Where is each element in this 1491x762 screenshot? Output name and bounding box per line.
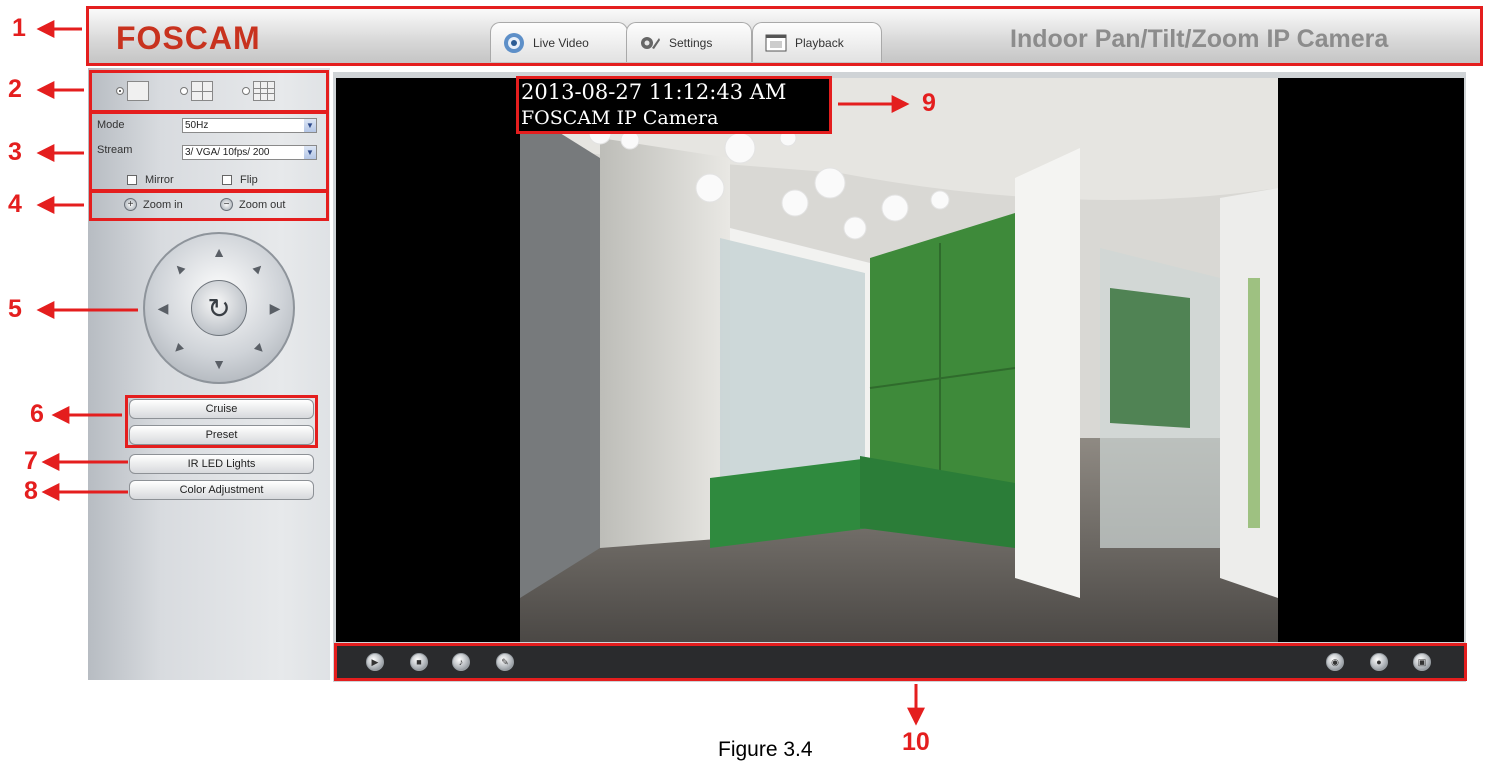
figure-caption: Figure 3.4 [718, 738, 813, 761]
callout-arrows [36, 20, 925, 726]
callout-number: 8 [24, 477, 38, 505]
callout-number: 2 [8, 75, 22, 103]
callout-number: 1 [12, 14, 26, 42]
callout-number: 4 [8, 190, 22, 218]
callout-number: 5 [8, 295, 22, 323]
callout-number: 7 [24, 447, 38, 475]
callout-number: 6 [30, 400, 44, 428]
callout-number: 9 [922, 89, 936, 117]
callout-number: 10 [902, 728, 930, 756]
callout-number: 3 [8, 138, 22, 166]
